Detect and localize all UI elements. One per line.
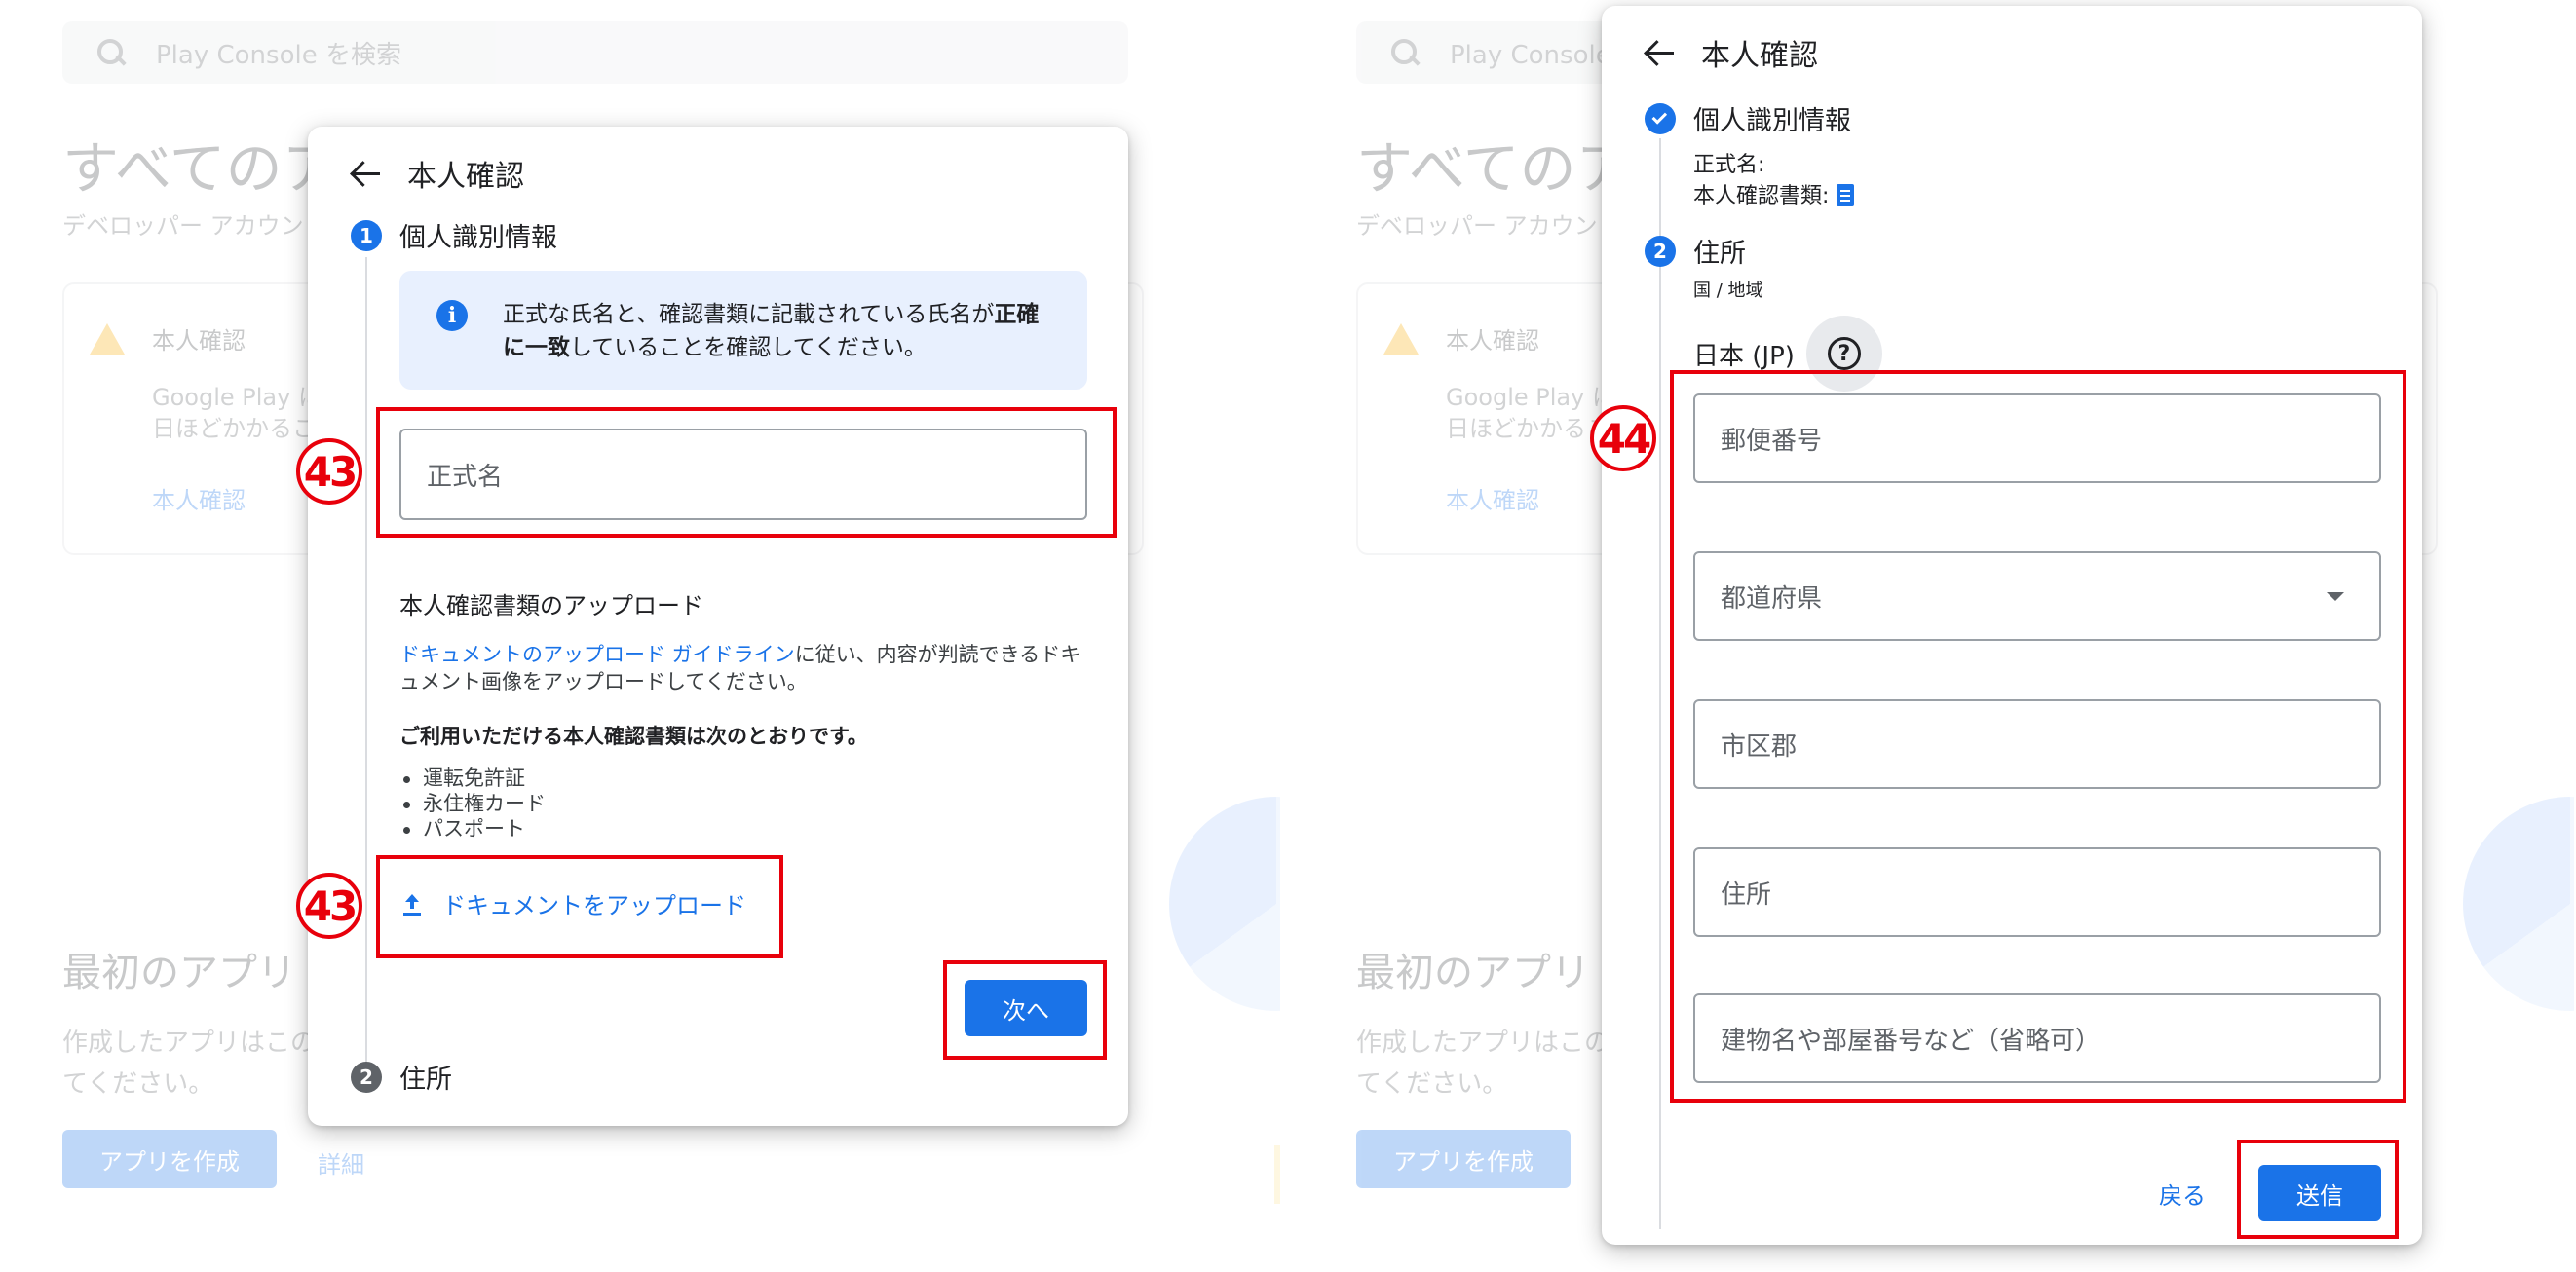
annotation-marker: 43 [296,873,362,939]
warning-title: 本人確認 [1446,327,1539,355]
first-app-body: 作成したアプリはこの てください。 [62,1023,316,1104]
first-app-body: 作成したアプリはこの てください。 [1356,1023,1610,1104]
decorative-strip [1274,1145,1280,1204]
id-document-row: 本人確認書類: [1693,181,1855,212]
dialog-header: 本人確認 [351,152,524,195]
back-arrow-icon[interactable] [351,159,380,188]
create-app-button[interactable]: アプリを作成 [62,1130,277,1188]
annotation-box-legal-name [376,407,1117,538]
country-value-text: 日本 (JP) [1693,341,1795,371]
step-label: 個人識別情報 [399,223,557,253]
accepted-docs-title: ご利用いただける本人確認書類は次のとおりです。 [399,725,868,748]
warning-body-line: 日ほどかかるこ [152,415,316,442]
annotation-marker: 43 [296,438,362,505]
annotation-marker: 44 [1590,405,1656,471]
left-screenshot-panel: Play Console を検索 すべてのア デベロッパー アカウント 本人確認… [0,0,1280,1272]
verify-identity-link[interactable]: 本人確認 [1446,481,1539,515]
annotation-box-next [943,960,1107,1060]
create-app-button[interactable]: アプリを作成 [1356,1130,1571,1188]
step-number-badge: 2 [1645,235,1676,267]
country-label: 国 / 地域 [1693,281,1763,301]
warning-body: Google Play に 日ほどかかるこ [152,382,322,444]
list-item: 永住権カード [399,791,546,816]
first-app-body-line: 作成したアプリはこの [62,1029,317,1058]
decorative-pie-graphic [1169,797,1280,1011]
warning-body-line: Google Play に [1446,384,1615,411]
info-icon: i [436,300,468,331]
step-personal-info: 1 個人識別情報 [351,216,557,254]
first-app-body-line: てください。 [62,1069,214,1099]
info-text: 正式な氏名と、確認書類に記載されている氏名が正確に一致していることを確認してくだ… [503,302,1040,360]
search-icon [95,37,127,68]
dialog-title: 本人確認 [407,160,524,194]
stepper-line [1659,138,1661,1229]
info-banner: i 正式な氏名と、確認書類に記載されている氏名が正確に一致していることを確認して… [399,271,1087,390]
warning-title: 本人確認 [152,327,246,355]
help-icon: ? [1827,337,1861,370]
annotation-box-submit [2237,1140,2399,1239]
step-personal-info: 個人識別情報 [1645,99,1851,137]
warning-icon [90,323,125,355]
dialog-header: 本人確認 [1645,31,1818,74]
page-title: すべてのア [62,135,339,202]
back-button[interactable]: 戻る [2159,1177,2206,1211]
first-app-heading: 最初のアプリ [1356,951,1590,995]
search-bar[interactable]: Play Console を検索 [62,21,1128,84]
personal-info-summary: 正式名: 本人確認書類: [1693,150,1855,212]
legal-name-label: 正式名: [1693,153,1765,177]
search-placeholder: Play Console を検索 [156,40,401,70]
annotation-box-upload [376,855,783,958]
warning-body-line: Google Play に [152,384,322,411]
step-number-badge: 2 [351,1061,382,1093]
decorative-pie-graphic [2463,797,2574,1011]
developer-account-text: デベロッパー アカウント [1356,212,1621,240]
back-arrow-icon[interactable] [1645,38,1674,67]
step-address: 2 住所 [351,1058,452,1096]
first-app-heading: 最初のアプリ [62,951,296,995]
page-title: すべてのア [1356,135,1633,202]
verify-identity-link[interactable]: 本人確認 [152,481,246,515]
step-label: 個人識別情報 [1693,106,1851,136]
step-address: 2 住所 [1645,232,1746,270]
upload-section-title: 本人確認書類のアップロード [399,592,703,619]
developer-account-text: デベロッパー アカウント [62,212,327,240]
annotation-box-address-fields [1670,370,2406,1103]
right-screenshot-panel: Play Console を検索 すべてのア デベロッパー アカウント 本人確認… [1294,0,2574,1272]
stepper-line [365,257,367,1075]
guideline-link[interactable]: ドキュメントのアップロード ガイドライン [399,643,795,666]
accepted-docs-list: 運転免許証 永住権カード パスポート [399,766,546,842]
upload-guideline-text: ドキュメントのアップロード ガイドラインに従い、内容が判読できるドキュメント画像… [399,643,1081,693]
list-item: パスポート [399,816,546,842]
step-label: 住所 [399,1065,452,1095]
dialog-title: 本人確認 [1701,39,1818,73]
step-label: 住所 [1693,239,1746,269]
warning-icon [1383,323,1419,355]
first-app-body-line: てください。 [1356,1069,1508,1099]
details-link[interactable]: 詳細 [318,1145,364,1179]
step-number-badge: 1 [351,219,382,251]
document-icon [1837,184,1855,206]
check-icon [1645,102,1676,134]
list-item: 運転免許証 [399,766,546,791]
first-app-body-line: 作成したアプリはこの [1356,1029,1610,1058]
search-icon [1389,37,1421,68]
